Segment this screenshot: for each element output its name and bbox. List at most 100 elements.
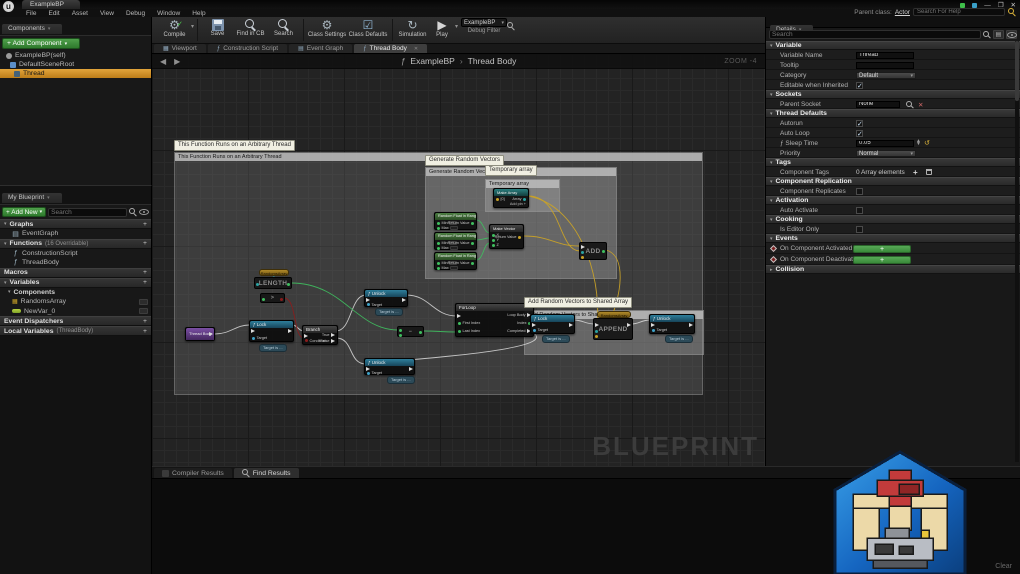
item-randoms-array[interactable]: ▦ RandomsArray: [0, 297, 151, 307]
node-lock-1[interactable]: ƒ Lock Target: [249, 320, 294, 342]
priority-dropdown[interactable]: Normal ▾: [856, 149, 916, 157]
section-thread-defaults[interactable]: ▾ Thread Defaults: [766, 109, 1020, 118]
editable-checkbox[interactable]: ✓: [856, 81, 863, 90]
add-variable-button[interactable]: +: [143, 279, 147, 286]
add-function-button[interactable]: +: [143, 240, 147, 247]
variable-visibility-icon[interactable]: [139, 308, 148, 315]
array-out-pin[interactable]: [523, 197, 526, 201]
help-search-icon[interactable]: [1008, 8, 1016, 16]
tab-compiler-results[interactable]: Compiler Results: [154, 468, 232, 478]
section-component-replication[interactable]: ▾ Component Replication: [766, 177, 1020, 186]
max-value-box[interactable]: [450, 266, 459, 270]
tree-item-examplebp-self[interactable]: ExampleBP(self): [0, 51, 151, 60]
add-dispatcher-button[interactable]: +: [143, 318, 147, 325]
max-pin[interactable]: [437, 266, 440, 270]
item-new-var[interactable]: NewVar_0: [0, 307, 151, 317]
autorun-checkbox[interactable]: ✓: [856, 119, 863, 128]
section-event-dispatchers[interactable]: Event Dispatchers +: [0, 316, 151, 326]
max-pin[interactable]: [437, 226, 440, 230]
simulation-button[interactable]: ↻ Simulation: [396, 18, 429, 38]
add-graph-button[interactable]: +: [143, 221, 147, 228]
help-search-input[interactable]: [913, 8, 1005, 16]
auto-loop-checkbox[interactable]: ✓: [856, 129, 863, 138]
exec-in-pin[interactable]: [595, 323, 599, 327]
section-variables[interactable]: ▾ Variables +: [0, 277, 151, 288]
menu-view[interactable]: View: [94, 10, 120, 17]
menu-help[interactable]: Help: [186, 10, 211, 17]
node-randoms-array-getter[interactable]: RandomsArray: [597, 311, 631, 318]
node-thread-body-entry[interactable]: Thread Body: [185, 327, 215, 341]
section-macros[interactable]: Macros +: [0, 267, 151, 278]
visibility-filter-icon[interactable]: [139, 209, 149, 215]
component-replicates-checkbox[interactable]: [856, 187, 863, 195]
section-events[interactable]: ▾ Events: [766, 234, 1020, 243]
min-pin[interactable]: [437, 241, 440, 245]
menu-debug[interactable]: Debug: [120, 10, 151, 17]
exec-out-pin[interactable]: [689, 323, 693, 327]
breadcrumb-current[interactable]: Thread Body: [468, 56, 517, 66]
variable-visibility-icon[interactable]: [139, 298, 148, 305]
graph-canvas[interactable]: ◀ ▶ ƒ ExampleBP › Thread Body ZOOM -4 Th…: [152, 54, 765, 466]
item-event-graph[interactable]: ▤ EventGraph: [0, 229, 151, 239]
max-value-box[interactable]: [450, 226, 459, 230]
exec-out-pin[interactable]: [627, 323, 631, 327]
tab-close-icon[interactable]: ✕: [414, 46, 418, 52]
my-blueprint-search-input[interactable]: [48, 207, 127, 217]
section-sockets[interactable]: ▾ Sockets: [766, 90, 1020, 99]
compile-button[interactable]: ⚙ ✓ Compile: [158, 18, 191, 38]
node-unlock-3[interactable]: ƒ Unlock Target: [649, 314, 695, 334]
tree-item-defaultsceneroot[interactable]: DefaultSceneRoot: [0, 60, 151, 69]
nav-forward-icon[interactable]: ▶: [174, 57, 180, 66]
int-in-pin[interactable]: [262, 297, 265, 301]
return-value-pin[interactable]: [471, 221, 474, 225]
add-component-button[interactable]: + Add Component ▾: [2, 38, 80, 49]
menu-edit[interactable]: Edit: [42, 10, 65, 17]
add-new-button[interactable]: + Add New ▾: [2, 207, 47, 217]
vector-in-pin[interactable]: [581, 255, 584, 259]
exec-in-pin[interactable]: [366, 298, 370, 302]
node-randoms-array-getter[interactable]: RandomsArray: [259, 269, 289, 276]
debug-search-icon[interactable]: [507, 22, 515, 30]
exec-out-pin[interactable]: [409, 367, 413, 371]
node-branch[interactable]: Branch Condition True False: [302, 325, 338, 345]
vector-in-pin[interactable]: [595, 335, 598, 338]
exec-in-pin[interactable]: [532, 323, 536, 327]
node-lock-2[interactable]: ƒ Lock Target: [530, 314, 575, 334]
status-green-icon[interactable]: [960, 2, 966, 8]
target-pin[interactable]: [367, 303, 370, 306]
target-pin[interactable]: [252, 336, 255, 340]
details-search-input[interactable]: [769, 30, 981, 39]
item-thread-body[interactable]: ƒ ThreadBody: [0, 258, 151, 268]
min-pin[interactable]: [437, 221, 440, 225]
node-append[interactable]: APPEND: [593, 318, 633, 340]
exec-in-pin[interactable]: [457, 314, 461, 318]
my-blueprint-search-icon[interactable]: [129, 208, 137, 216]
false-pin[interactable]: [331, 339, 335, 343]
add-deactivated-event-button[interactable]: +: [853, 255, 911, 264]
add-macro-button[interactable]: +: [143, 269, 147, 276]
exec-in-pin[interactable]: [304, 334, 308, 338]
details-search-icon[interactable]: [983, 30, 991, 39]
search-button[interactable]: Search: [267, 18, 300, 37]
target-pin[interactable]: [367, 371, 370, 375]
spinner-icon[interactable]: ▲ ▼: [916, 138, 921, 147]
node-make-array[interactable]: Make Array [0] Array Add pin +: [493, 188, 529, 208]
return-value-pin[interactable]: [471, 241, 474, 245]
property-matrix-icon[interactable]: ▤: [993, 30, 1004, 39]
asset-tab[interactable]: ExampleBP: [22, 0, 80, 9]
z-pin[interactable]: [492, 243, 495, 247]
first-index-pin[interactable]: [458, 321, 461, 325]
menu-window[interactable]: Window: [151, 10, 186, 17]
node-unlock-2[interactable]: ƒ Unlock Target: [364, 358, 415, 375]
auto-activate-checkbox[interactable]: [856, 206, 863, 214]
section-local-variables[interactable]: Local Variables (ThreadBody) +: [0, 326, 151, 336]
min-pin[interactable]: [437, 261, 440, 265]
section-functions[interactable]: ▾ Functions (16 Overridable) +: [0, 238, 151, 249]
true-pin[interactable]: [331, 333, 335, 337]
node-random-float-2[interactable]: Random Float in Range Min Max Return Val…: [434, 232, 477, 250]
int-in-pin[interactable]: [399, 333, 402, 337]
add-pin-button[interactable]: Add pin +: [510, 202, 526, 206]
tree-item-thread-selected[interactable]: Thread: [0, 69, 151, 78]
return-value-pin[interactable]: [471, 261, 474, 265]
trash-icon[interactable]: [926, 169, 932, 175]
